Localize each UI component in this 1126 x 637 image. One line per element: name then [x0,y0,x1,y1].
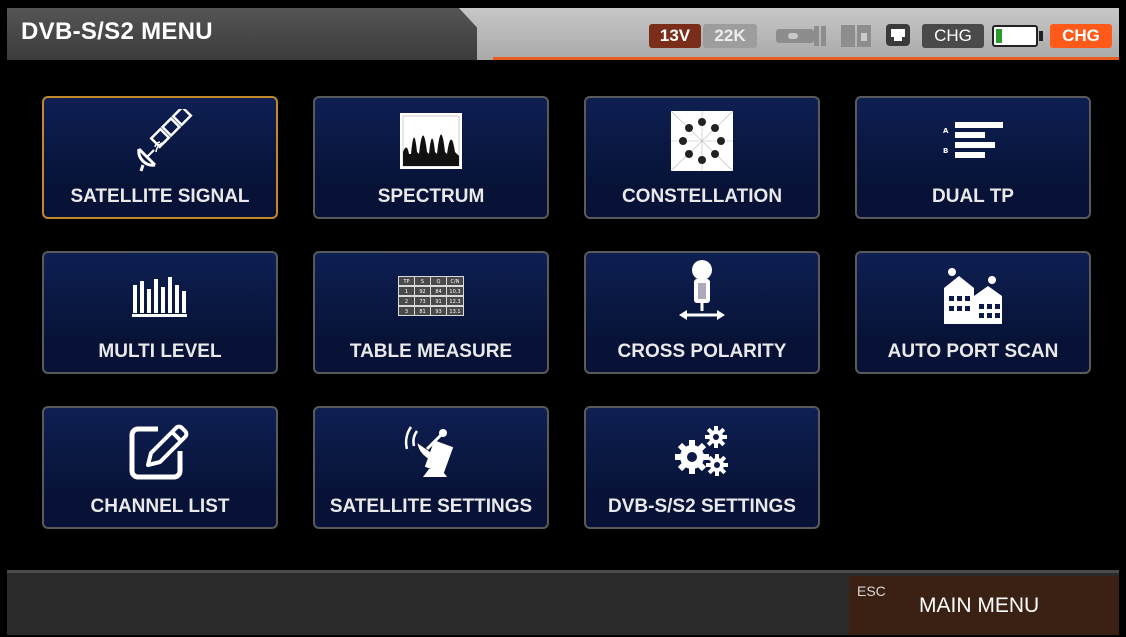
tile-label: DVB-S/S2 SETTINGS [608,496,796,517]
svg-text:C/N: C/N [451,279,460,285]
tile-satellite-signal[interactable]: SATELLITE SIGNAL [42,96,278,219]
svg-text:93: 93 [435,309,441,315]
satellite-dish-icon [137,109,193,172]
tile-label: CONSTELLATION [621,186,783,207]
svg-text:92: 92 [419,289,425,295]
usb-icon [776,26,826,46]
svg-text:Q: Q [437,279,441,285]
satellite-settings-icon [404,426,454,477]
svg-text:84: 84 [435,289,441,295]
svg-text:S: S [421,279,424,285]
table-measure-icon: TP S Q C/N 1 92 84 10.3 2 73 91 12.3 3 8… [398,276,464,316]
tile-auto-port-scan[interactable]: AUTO PORT SCAN [855,251,1091,374]
svg-text:B: B [943,147,948,155]
svg-text:TP: TP [402,279,409,285]
charging-alert-badge: CHG [1050,24,1112,48]
tile-dvb-settings[interactable]: DVB-S/S2 SETTINGS [584,406,820,529]
tile-channel-list[interactable]: CHANNEL LIST [42,406,278,529]
charge-status-label: CHG [922,24,984,48]
tile-label: TABLE MEASURE [349,341,513,362]
tile-label: MULTI LEVEL [98,341,222,362]
svg-text:81: 81 [419,309,425,315]
tile-spectrum[interactable]: SPECTRUM [313,96,549,219]
tile-label: AUTO PORT SCAN [887,341,1059,362]
screen: DVB-S/S2 MENU 13V 22K CHG CHG SATELLITE … [7,8,1119,635]
spectrum-icon [400,113,462,169]
constellation-icon [670,110,734,172]
tile-cross-polarity[interactable]: CROSS POLARITY [584,251,820,374]
edit-icon [129,424,189,480]
svg-text:10.3: 10.3 [449,289,460,295]
multi-level-icon [132,277,187,317]
page-title: DVB-S/S2 MENU [21,18,213,45]
battery-icon [992,25,1038,47]
tile-label: SPECTRUM [377,186,485,207]
header-accent-line [493,57,1119,60]
tile-multi-level[interactable]: MULTI LEVEL [42,251,278,374]
tile-table-measure[interactable]: TP S Q C/N 1 92 84 10.3 2 73 91 12.3 3 8… [313,251,549,374]
main-menu-button[interactable]: ESC MAIN MENU [849,576,1119,635]
battery-level [996,29,1002,43]
svg-text:2: 2 [405,299,408,305]
tile-label: CROSS POLARITY [617,341,787,362]
svg-text:3: 3 [405,309,408,315]
svg-text:73: 73 [419,299,425,305]
sd-card-icon [841,25,871,47]
gears-icon [675,426,728,476]
title-bar: DVB-S/S2 MENU [7,8,477,60]
battery-tip [1039,31,1043,41]
cross-polarity-icon [679,260,725,320]
status-header: DVB-S/S2 MENU 13V 22K CHG CHG [7,8,1119,60]
svg-text:91: 91 [435,299,441,305]
dual-tp-icon: AB [943,122,1003,158]
svg-text:13.1: 13.1 [449,309,460,315]
esc-key-hint: ESC [857,583,886,599]
tile-label: SATELLITE SETTINGS [329,496,533,517]
main-menu-label: MAIN MENU [919,594,1040,617]
svg-text:A: A [943,127,949,135]
tile-label: DUAL TP [932,186,1014,207]
auto-port-scan-icon [944,268,1002,324]
tile-satellite-settings[interactable]: SATELLITE SETTINGS [313,406,549,529]
tile-label: CHANNEL LIST [90,496,230,517]
tile-constellation[interactable]: CONSTELLATION [584,96,820,219]
tone-22k-badge: 22K [703,24,757,48]
tile-label: SATELLITE SIGNAL [70,186,250,207]
svg-text:1: 1 [405,289,408,295]
svg-text:12.3: 12.3 [449,299,460,305]
lnb-voltage-badge: 13V [649,24,701,48]
tile-dual-tp[interactable]: AB DUAL TP [855,96,1091,219]
ethernet-icon [886,24,910,46]
